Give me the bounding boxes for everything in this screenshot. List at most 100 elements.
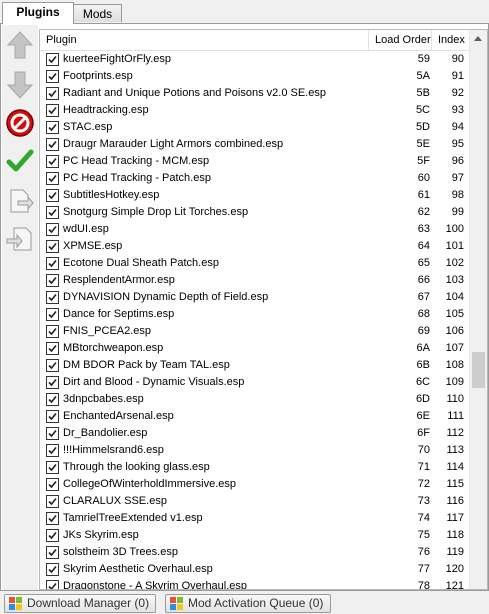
checkmark-icon [48, 276, 57, 285]
table-row[interactable]: MBtorchweapon.esp 6A 107 [40, 340, 470, 357]
plugin-enabled-checkbox[interactable] [46, 461, 59, 474]
move-up-button[interactable] [4, 29, 36, 61]
index-value: 93 [451, 104, 464, 116]
table-row[interactable]: Dance for Septims.esp 68 105 [40, 306, 470, 323]
export-button[interactable] [4, 185, 36, 217]
table-row[interactable]: Ecotone Dual Sheath Patch.esp 65 102 [40, 255, 470, 272]
table-row[interactable]: Dr_Bandolier.esp 6F 112 [40, 425, 470, 442]
index-value: 106 [445, 325, 464, 337]
plugin-enabled-checkbox[interactable] [46, 308, 59, 321]
plugin-enabled-checkbox[interactable] [46, 444, 59, 457]
table-row[interactable]: Dirt and Blood - Dynamic Visuals.esp 6C 10… [40, 374, 470, 391]
table-row[interactable]: FNIS_PCEA2.esp 69 106 [40, 323, 470, 340]
plugin-enabled-checkbox[interactable] [46, 495, 59, 508]
table-row[interactable]: !!!Himmelsrand6.esp 70 113 [40, 442, 470, 459]
table-row[interactable]: CLARALUX SSE.esp 73 116 [40, 493, 470, 510]
index-value: 101 [445, 240, 464, 252]
arrow-down-icon [6, 71, 34, 99]
plugin-enabled-checkbox[interactable] [46, 580, 59, 589]
plugin-enabled-checkbox[interactable] [46, 427, 59, 440]
column-header-index[interactable]: Index [432, 30, 470, 50]
plugin-enabled-checkbox[interactable] [46, 325, 59, 338]
plugin-enabled-checkbox[interactable] [46, 240, 59, 253]
plugin-enabled-checkbox[interactable] [46, 121, 59, 134]
table-row[interactable]: DYNAVISION Dynamic Depth of Field.esp 67 1… [40, 289, 470, 306]
table-row[interactable]: ResplendentArmor.esp 66 103 [40, 272, 470, 289]
plugin-enabled-checkbox[interactable] [46, 563, 59, 576]
scrollbar-thumb[interactable] [472, 352, 485, 388]
plugin-enabled-checkbox[interactable] [46, 376, 59, 389]
plugin-enabled-checkbox[interactable] [46, 342, 59, 355]
vertical-scrollbar[interactable] [469, 30, 487, 589]
plugin-rows: kuerteeFightOrFly.esp 59 90 Footprints.esp 5… [40, 51, 470, 589]
checkmark-icon [48, 412, 57, 421]
table-row[interactable]: Dragonstone - A Skyrim Overhaul.esp 78 121 [40, 578, 470, 589]
plugin-enabled-checkbox[interactable] [46, 189, 59, 202]
tab-plugins[interactable]: Plugins [2, 2, 74, 24]
load-order-value: 63 [417, 223, 430, 235]
index-value: 95 [451, 138, 464, 150]
checkmark-icon [48, 191, 57, 200]
plugin-enabled-checkbox[interactable] [46, 529, 59, 542]
table-row[interactable]: Draugr Marauder Light Armors combined.es… [40, 136, 470, 153]
download-manager-button[interactable]: Download Manager (0) [4, 594, 156, 613]
enable-all-button[interactable] [4, 145, 36, 177]
plugin-name: SubtitlesHotkey.esp [63, 189, 160, 201]
plugin-enabled-checkbox[interactable] [46, 257, 59, 270]
plugin-enabled-checkbox[interactable] [46, 206, 59, 219]
checkmark-icon [48, 378, 57, 387]
table-row[interactable]: Radiant and Unique Potions and Poisons v… [40, 85, 470, 102]
plugin-enabled-checkbox[interactable] [46, 393, 59, 406]
plugin-enabled-checkbox[interactable] [46, 359, 59, 372]
checkmark-icon [48, 463, 57, 472]
table-row[interactable]: Headtracking.esp 5C 93 [40, 102, 470, 119]
table-row[interactable]: CollegeOfWinterholdImmersive.esp 72 115 [40, 476, 470, 493]
checkmark-icon [48, 429, 57, 438]
table-row[interactable]: DM BDOR Pack by Team TAL.esp 6B 108 [40, 357, 470, 374]
plugin-enabled-checkbox[interactable] [46, 155, 59, 168]
plugin-enabled-checkbox[interactable] [46, 512, 59, 525]
plugin-enabled-checkbox[interactable] [46, 546, 59, 559]
table-row[interactable]: SubtitlesHotkey.esp 61 98 [40, 187, 470, 204]
plugin-enabled-checkbox[interactable] [46, 138, 59, 151]
column-header-plugin[interactable]: Plugin [40, 30, 369, 50]
table-row[interactable]: Snotgurg Simple Drop Lit Torches.esp 62 99 [40, 204, 470, 221]
plugin-enabled-checkbox[interactable] [46, 223, 59, 236]
table-row[interactable]: EnchantedArsenal.esp 6E 111 [40, 408, 470, 425]
disable-all-button[interactable] [4, 107, 36, 139]
table-row[interactable]: STAC.esp 5D 94 [40, 119, 470, 136]
plugin-name: FNIS_PCEA2.esp [63, 325, 152, 337]
mod-activation-queue-button[interactable]: Mod Activation Queue (0) [165, 594, 331, 613]
tab-mods[interactable]: Mods [73, 4, 122, 22]
plugin-enabled-checkbox[interactable] [46, 291, 59, 304]
table-row[interactable]: TamrielTreeExtended v1.esp 74 117 [40, 510, 470, 527]
plugin-enabled-checkbox[interactable] [46, 172, 59, 185]
table-row[interactable]: Skyrim Aesthetic Overhaul.esp 77 120 [40, 561, 470, 578]
plugin-enabled-checkbox[interactable] [46, 410, 59, 423]
plugin-enabled-checkbox[interactable] [46, 478, 59, 491]
move-down-button[interactable] [4, 69, 36, 101]
plugin-list: Plugin Load Order Index kuerteeFightOrFl… [39, 29, 488, 590]
table-row[interactable]: kuerteeFightOrFly.esp 59 90 [40, 51, 470, 68]
table-row[interactable]: PC Head Tracking - Patch.esp 60 97 [40, 170, 470, 187]
table-row[interactable]: XPMSE.esp 64 101 [40, 238, 470, 255]
column-header-load-order[interactable]: Load Order [369, 30, 432, 50]
checkmark-icon [48, 174, 57, 183]
scroll-up-arrow-icon[interactable] [474, 36, 482, 41]
plugin-name: Radiant and Unique Potions and Poisons v… [63, 87, 326, 99]
plugin-enabled-checkbox[interactable] [46, 274, 59, 287]
plugin-enabled-checkbox[interactable] [46, 104, 59, 117]
plugin-enabled-checkbox[interactable] [46, 87, 59, 100]
checkmark-icon [48, 72, 57, 81]
table-row[interactable]: 3dnpcbabes.esp 6D 110 [40, 391, 470, 408]
import-icon [6, 227, 32, 251]
table-row[interactable]: solstheim 3D Trees.esp 76 119 [40, 544, 470, 561]
import-button[interactable] [4, 223, 36, 255]
plugin-enabled-checkbox[interactable] [46, 53, 59, 66]
table-row[interactable]: Footprints.esp 5A 91 [40, 68, 470, 85]
table-row[interactable]: Through the looking glass.esp 71 114 [40, 459, 470, 476]
table-row[interactable]: wdUI.esp 63 100 [40, 221, 470, 238]
table-row[interactable]: PC Head Tracking - MCM.esp 5F 96 [40, 153, 470, 170]
plugin-enabled-checkbox[interactable] [46, 70, 59, 83]
table-row[interactable]: JKs Skyrim.esp 75 118 [40, 527, 470, 544]
